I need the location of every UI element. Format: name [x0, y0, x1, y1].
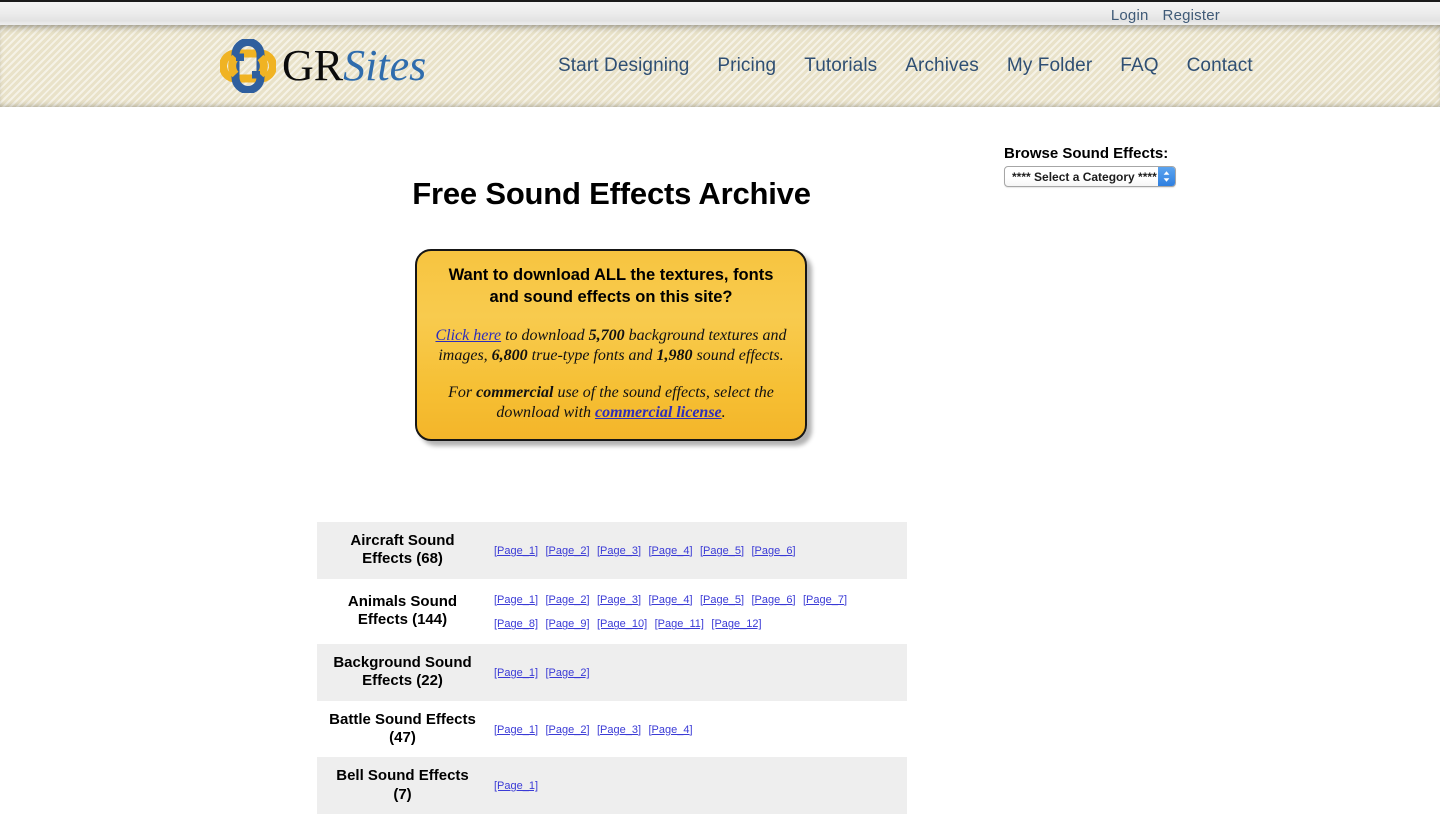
page-link[interactable]: [Page_1] — [494, 667, 538, 679]
page-link[interactable]: [Page_7] — [803, 594, 847, 606]
category-name: Background Sound Effects (22) — [333, 654, 472, 690]
grsites-logo-icon — [220, 39, 276, 93]
page-link[interactable]: [Page_2] — [546, 667, 590, 679]
page-link[interactable]: [Page_2] — [546, 545, 590, 557]
page-link[interactable]: [Page_1] — [494, 594, 538, 606]
page-link[interactable]: [Page_12] — [711, 618, 761, 630]
promo-download-box: Want to download ALL the textures, fonts… — [415, 249, 807, 441]
page-link[interactable]: [Page_1] — [494, 724, 538, 736]
promo-line1-text-a: to download — [501, 326, 589, 344]
page-link[interactable]: [Page_6] — [752, 545, 796, 557]
page-body: Free Sound Effects Archive Browse Sound … — [0, 107, 1440, 814]
sound-effects-category-table: Aircraft Sound Effects (68) [Page_1] [Pag… — [317, 522, 907, 814]
page-link[interactable]: [Page_2] — [546, 724, 590, 736]
page-link[interactable]: [Page_3] — [597, 594, 641, 606]
nav-start-designing[interactable]: Start Designing — [558, 55, 689, 77]
category-page-links: [Page_1] — [488, 757, 907, 814]
logo-text-gr: GR — [282, 41, 344, 90]
page-link[interactable]: [Page_10] — [597, 618, 647, 630]
page-link[interactable]: [Page_5] — [700, 545, 744, 557]
promo-line2-text-a: For — [448, 383, 477, 401]
promo-line1-text-c: true-type fonts and — [527, 346, 657, 364]
main-navigation: Start Designing Pricing Tutorials Archiv… — [558, 25, 1253, 107]
page-link[interactable]: [Page_8] — [494, 618, 538, 630]
category-name: Bell Sound Effects (7) — [336, 767, 469, 803]
page-link[interactable]: [Page_4] — [649, 545, 693, 557]
category-table-body: Aircraft Sound Effects (68) [Page_1] [Pag… — [317, 522, 907, 814]
page-link[interactable]: [Page_1] — [494, 780, 538, 792]
page-link[interactable]: [Page_11] — [655, 618, 704, 630]
promo-click-here-link[interactable]: Click here — [435, 327, 501, 344]
page-link[interactable]: [Page_6] — [752, 594, 796, 606]
page-link[interactable]: [Page_4] — [649, 724, 693, 736]
promo-line2-text-c: . — [721, 403, 726, 421]
promo-commercial-license-link[interactable]: commercial license — [595, 404, 722, 421]
page-link[interactable]: [Page_3] — [597, 545, 641, 557]
page-link[interactable]: [Page_3] — [597, 724, 641, 736]
logo-wordmark: GRSites — [282, 44, 426, 88]
promo-count-fonts: 6,800 — [491, 346, 528, 364]
table-row: Animals Sound Effects (144) [Page_1] [Pag… — [317, 578, 907, 645]
category-name: Battle Sound Effects (47) — [329, 710, 476, 747]
logo-text-sites: Sites — [343, 41, 427, 90]
browse-sound-effects-panel: Browse Sound Effects: **** Select a Cate… — [1004, 145, 1264, 192]
nav-archives[interactable]: Archives — [905, 55, 979, 77]
nav-faq[interactable]: FAQ — [1120, 55, 1158, 77]
category-page-links: [Page_1] [Page_2] [Page_3] [Page_4] [Pag… — [488, 522, 907, 579]
login-link[interactable]: Login — [1111, 7, 1149, 24]
nav-pricing[interactable]: Pricing — [717, 55, 776, 77]
promo-heading: Want to download ALL the textures, fonts… — [448, 266, 774, 306]
nav-my-folder[interactable]: My Folder — [1007, 55, 1092, 77]
category-page-links: [Page_1] [Page_2] [Page_3] [Page_4] [Pag… — [488, 579, 907, 645]
promo-line-2: For commercial use of the sound effects,… — [433, 383, 789, 423]
promo-count-sounds: 1,980 — [656, 346, 693, 364]
top-utility-bar: Login Register — [0, 0, 1440, 27]
promo-commercial-word: commercial — [476, 383, 554, 401]
browse-label: Browse Sound Effects: — [1004, 145, 1169, 162]
category-select[interactable]: **** Select a Category **** — [1004, 166, 1176, 187]
table-row: Battle Sound Effects (47) [Page_1] [Page_… — [317, 700, 907, 758]
page-link[interactable]: [Page_9] — [546, 618, 590, 630]
table-row: Bell Sound Effects (7) [Page_1] — [317, 757, 907, 814]
category-name: Aircraft Sound Effects (68) — [350, 532, 455, 568]
page-link[interactable]: [Page_1] — [494, 545, 538, 557]
category-page-links: [Page_1] [Page_2] [Page_3] [Page_4] — [488, 701, 907, 758]
nav-contact[interactable]: Contact — [1187, 55, 1253, 77]
page-link[interactable]: [Page_5] — [700, 594, 744, 606]
promo-line-1: Click here to download 5,700 background … — [433, 326, 789, 366]
site-logo[interactable]: GRSites — [220, 37, 426, 95]
category-page-links: [Page_1] [Page_2] — [488, 644, 907, 701]
site-header: GRSites Start Designing Pricing Tutorial… — [0, 25, 1440, 107]
chevron-updown-icon[interactable] — [1158, 167, 1175, 186]
category-select-wrapper[interactable]: **** Select a Category **** — [1004, 166, 1176, 187]
register-link[interactable]: Register — [1163, 7, 1220, 24]
table-row: Aircraft Sound Effects (68) [Page_1] [Pag… — [317, 522, 907, 579]
nav-tutorials[interactable]: Tutorials — [804, 55, 877, 77]
category-name: Animals Sound Effects (144) — [347, 593, 458, 629]
table-row: Background Sound Effects (22) [Page_1] [P… — [317, 644, 907, 701]
page-link[interactable]: [Page_4] — [649, 594, 693, 606]
promo-line1-text-d: sound effects. — [692, 346, 784, 364]
page-link[interactable]: [Page_2] — [546, 594, 590, 606]
promo-count-textures: 5,700 — [588, 326, 625, 344]
